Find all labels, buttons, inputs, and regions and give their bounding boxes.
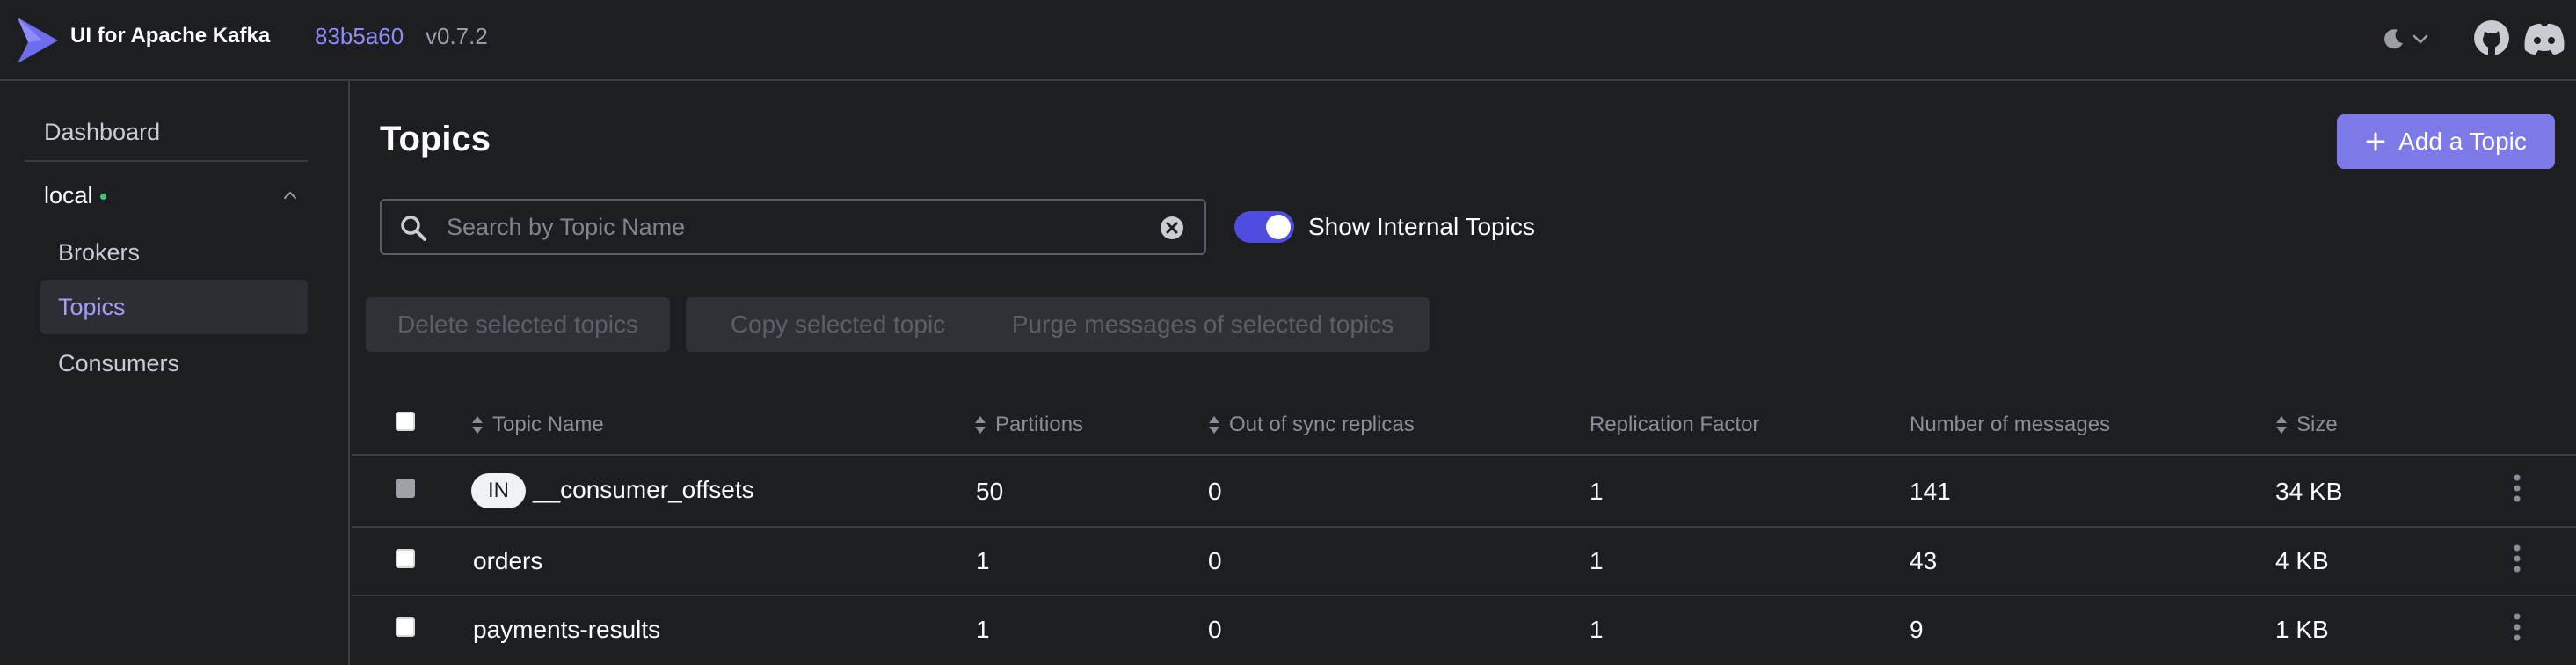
sidebar-item-consumers[interactable]: Consumers [40,336,308,391]
internal-badge: IN [471,473,526,508]
out-of-sync-cell: 0 [1208,478,1222,505]
kafka-logo[interactable] [16,16,60,65]
sort-icon [2276,416,2287,434]
row-checkbox[interactable] [396,618,415,637]
partitions-cell: 1 [976,547,990,574]
search-icon [401,216,426,241]
sidebar-divider [25,160,308,162]
column-header-number-of-messages: Number of messages [1910,412,2110,438]
message-count-cell: 9 [1910,616,1924,643]
topic-name-link[interactable]: orders [473,547,542,575]
select-all-checkbox[interactable] [396,412,415,431]
toggle-knob [1266,215,1291,239]
column-header-partitions[interactable]: Partitions [974,412,1083,438]
copy-selected-topic-button[interactable]: Copy selected topic [686,297,990,352]
version-label: v0.7.2 [426,23,488,49]
row-checkbox[interactable] [396,549,415,568]
size-cell: 34 KB [2275,478,2343,505]
moon-icon [2384,29,2403,49]
delete-selected-topics-button[interactable]: Delete selected topics [366,297,670,352]
topic-search-input[interactable] [447,208,1132,246]
row-checkbox [396,479,415,498]
add-topic-button[interactable]: Add a Topic [2337,114,2555,169]
partitions-cell: 1 [976,616,990,643]
cluster-menu-local[interactable]: local [25,172,308,218]
more-options-icon[interactable] [2512,544,2522,574]
row-divider [352,526,2576,528]
column-label: Out of sync replicas [1229,413,1415,436]
theme-switcher[interactable] [2383,23,2439,55]
cluster-name: local [44,182,93,208]
column-label: Size [2296,413,2338,436]
column-header-topic-name[interactable]: Topic Name [471,412,604,438]
sidebar-item-brokers[interactable]: Brokers [40,225,308,280]
show-internal-topics-toggle[interactable] [1234,211,1294,243]
column-label: Replication Factor [1590,413,1760,436]
replication-factor-cell: 1 [1590,616,1604,643]
size-cell: 4 KB [2275,547,2329,574]
chevron-down-icon [2412,34,2428,44]
chevron-up-icon[interactable] [280,185,301,206]
replication-factor-cell: 1 [1590,478,1604,505]
purge-messages-button[interactable]: Purge messages of selected topics [976,297,1430,352]
sidebar-item-topics[interactable]: Topics [40,280,308,334]
topic-search-box [380,199,1206,255]
add-topic-label: Add a Topic [2398,128,2527,155]
replication-factor-cell: 1 [1590,547,1604,574]
clear-search-icon[interactable] [1159,215,1185,241]
column-label: Number of messages [1910,413,2111,436]
cluster-status-dot [99,194,106,201]
partitions-cell: 50 [976,478,1004,505]
column-header-out-of-sync[interactable]: Out of sync replicas [1208,412,1415,438]
topic-name-link[interactable]: __consumer_offsets [533,476,754,504]
column-header-size[interactable]: Size [2275,412,2338,438]
topic-name-link[interactable]: payments-results [473,616,660,644]
sort-icon [975,416,986,434]
column-label: Partitions [995,413,1084,436]
out-of-sync-cell: 0 [1208,616,1222,643]
out-of-sync-cell: 0 [1208,547,1222,574]
sort-icon [472,416,483,434]
discord-icon[interactable] [2523,21,2565,56]
app-title[interactable]: UI for Apache Kafka [70,24,270,48]
top-bar: UI for Apache Kafka 83b5a60 v0.7.2 [0,0,2576,81]
message-count-cell: 141 [1910,478,1951,505]
sort-icon [1209,416,1219,434]
commit-hash[interactable]: 83b5a60 [315,23,404,50]
message-count-cell: 43 [1910,547,1938,574]
column-label: Topic Name [492,413,604,436]
more-options-icon[interactable] [2512,473,2522,503]
page-title: Topics [380,120,491,158]
size-cell: 1 KB [2275,616,2329,643]
more-options-icon[interactable] [2512,612,2522,642]
plus-icon [2366,132,2385,151]
sidebar-item-dashboard[interactable]: Dashboard [25,109,324,155]
column-header-replication-factor: Replication Factor [1590,412,1759,438]
row-divider [352,595,2576,596]
table-header-divider [352,454,2576,456]
sidebar: Dashboard local Brokers Topics Consumers [0,81,350,665]
github-icon[interactable] [2472,18,2511,57]
show-internal-topics-label: Show Internal Topics [1308,213,1535,240]
